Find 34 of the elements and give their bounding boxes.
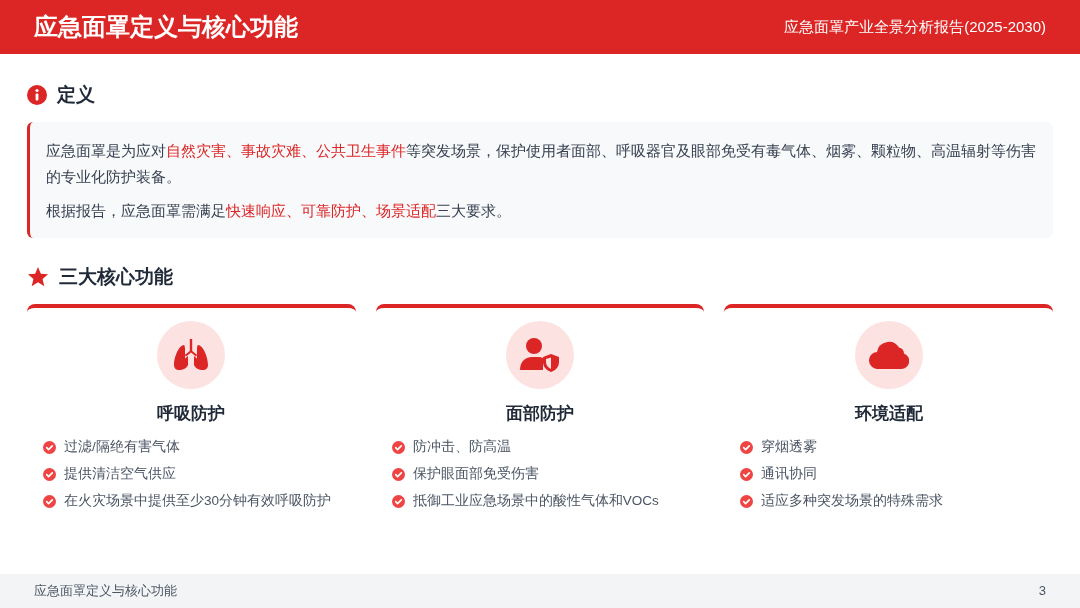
check-icon bbox=[391, 467, 405, 481]
card-title: 环境适配 bbox=[854, 403, 923, 425]
feature-text: 防冲击、防高温 bbox=[412, 437, 511, 456]
definition-text: 应急面罩是为应对自然灾害、事故灾难、公共卫生事件等突发场景，保护使用者面部、呼吸器官及眼部免受有毒气体、烟雾、颗粒物、高温辐射等伤害的专业化防护装备。 bbox=[46, 142, 1037, 187]
page-title: 应急面罩定义与核心功能 bbox=[34, 12, 298, 42]
check-icon bbox=[43, 494, 56, 508]
definition-text: 根据报告，应急面罩需满足快速响应、可靠防护、场景适配三大要求。 bbox=[46, 202, 512, 221]
star-icon bbox=[27, 266, 49, 288]
footer-title: 应急面罩定义与核心功能 bbox=[34, 582, 177, 601]
section-heading: 定义 bbox=[57, 82, 95, 107]
report-title: 应急面罩产业全景分析报告(2025-2030) bbox=[784, 16, 1046, 37]
info-icon bbox=[27, 85, 47, 105]
card-title: 面部防护 bbox=[506, 403, 574, 425]
check-icon bbox=[391, 440, 405, 454]
feature-text: 抵御工业应急场景中的酸性气体和VOCs bbox=[412, 491, 659, 510]
person-shield-icon bbox=[520, 338, 560, 372]
feature-text: 通讯协同 bbox=[761, 464, 818, 483]
check-icon bbox=[740, 494, 754, 508]
feature-text: 适应多种突发场景的特殊需求 bbox=[761, 491, 944, 510]
page-number: 3 bbox=[1038, 582, 1046, 601]
feature-text: 穿烟透雾 bbox=[761, 437, 818, 456]
check-icon bbox=[391, 494, 405, 508]
card-title: 呼吸防护 bbox=[157, 403, 226, 425]
feature-text: 过滤/隔绝有害气体 bbox=[64, 437, 180, 456]
check-icon bbox=[740, 440, 754, 454]
check-icon bbox=[740, 467, 754, 481]
feature-text: 在火灾场景中提供至少30分钟有效呼吸防护 bbox=[64, 491, 332, 510]
feature-text: 提供清洁空气供应 bbox=[64, 464, 176, 483]
feature-text: 保护眼面部免受伤害 bbox=[412, 464, 539, 483]
cloud-icon bbox=[868, 341, 909, 369]
lungs-icon bbox=[173, 339, 210, 371]
check-icon bbox=[43, 440, 56, 454]
section-heading: 三大核心功能 bbox=[59, 264, 173, 289]
check-icon bbox=[43, 467, 56, 481]
